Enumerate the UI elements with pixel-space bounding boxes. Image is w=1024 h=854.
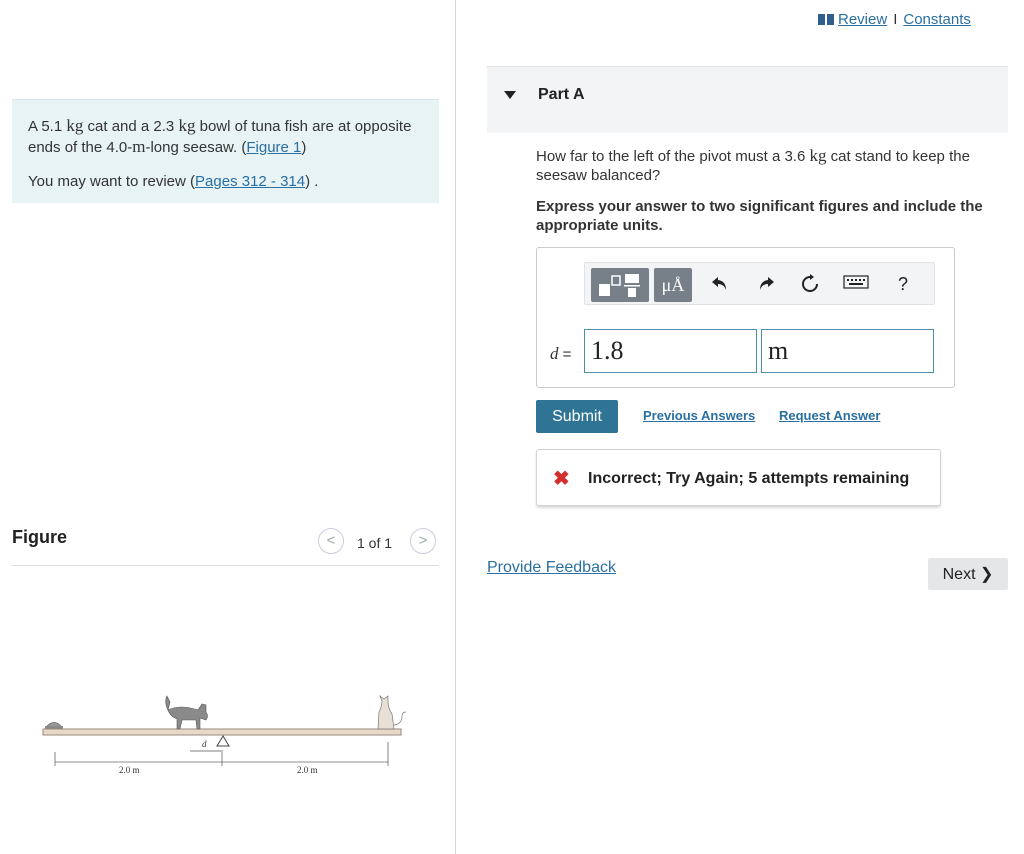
answer-variable-label: d = xyxy=(550,344,572,363)
d-dimension-label: d xyxy=(202,739,207,749)
templates-icon xyxy=(599,274,640,297)
figure-next-button[interactable]: > xyxy=(410,528,436,554)
caret-down-icon[interactable] xyxy=(504,91,516,99)
left-distance-label: 2.0 m xyxy=(119,765,140,775)
error-x-icon: ✖ xyxy=(553,468,570,490)
reset-icon[interactable] xyxy=(798,273,822,295)
part-a-header[interactable]: Part A xyxy=(487,66,1008,133)
link-separator: I xyxy=(893,11,898,28)
problem-text: A 5.1 kg cat and a 2.3 kg bowl of tuna f… xyxy=(28,116,412,156)
unit-kg: kg xyxy=(809,146,827,165)
unit-m: m xyxy=(132,137,146,156)
figure-divider xyxy=(12,565,439,566)
request-answer-link[interactable]: Request Answer xyxy=(779,408,880,423)
cat-walking-illustration xyxy=(165,695,208,730)
previous-answers-link[interactable]: Previous Answers xyxy=(643,408,755,423)
figure-link[interactable]: Figure 1 xyxy=(246,139,301,156)
tuna-bowl-illustration xyxy=(45,722,63,729)
book-icon xyxy=(818,14,834,25)
templates-button[interactable] xyxy=(591,268,649,302)
feedback-text: Incorrect; Try Again; 5 attempts remaini… xyxy=(588,470,910,487)
answer-box: μÅ ? d = 1.8 m xyxy=(536,247,955,388)
feedback-message: ✖ Incorrect; Try Again; 5 attempts remai… xyxy=(536,449,941,506)
seesaw-figure: d 2.0 m 2.0 m xyxy=(42,694,407,775)
review-text: You may want to review (Pages 312 - 314)… xyxy=(28,173,319,190)
answer-unit-input[interactable]: m xyxy=(761,329,934,373)
constants-link[interactable]: Constants xyxy=(903,11,971,28)
math-toolbar: μÅ ? xyxy=(584,262,935,305)
pivot-triangle xyxy=(216,735,230,747)
submit-button[interactable]: Submit xyxy=(536,400,618,433)
undo-icon[interactable] xyxy=(708,273,732,295)
problem-statement: A 5.1 kg cat and a 2.3 kg bowl of tuna f… xyxy=(12,99,439,203)
keyboard-icon[interactable] xyxy=(842,273,870,295)
pane-divider[interactable] xyxy=(455,0,456,518)
unit-kg: kg xyxy=(178,116,196,135)
top-links: Review I Constants xyxy=(818,11,971,28)
figure-title: Figure xyxy=(12,527,68,547)
cat-sitting-illustration xyxy=(377,694,407,730)
answer-instructions: Express your answer to two significant f… xyxy=(536,198,983,234)
redo-icon[interactable] xyxy=(754,273,778,295)
right-distance-label: 2.0 m xyxy=(297,765,318,775)
pages-link[interactable]: Pages 312 - 314 xyxy=(195,173,305,190)
pane-divider-lower xyxy=(455,518,456,854)
answer-value-input[interactable]: 1.8 xyxy=(584,329,757,373)
unit-kg: kg xyxy=(66,116,84,135)
figure-page-count: 1 of 1 xyxy=(357,535,393,551)
units-button[interactable]: μÅ xyxy=(654,268,692,302)
provide-feedback-link[interactable]: Provide Feedback xyxy=(487,559,616,577)
seesaw-plank xyxy=(42,728,402,736)
next-button[interactable]: Next ❯ xyxy=(928,558,1008,590)
help-icon[interactable]: ? xyxy=(891,273,915,295)
review-link[interactable]: Review xyxy=(838,11,887,28)
figure-prev-button[interactable]: < xyxy=(318,528,344,554)
question-text: How far to the left of the pivot must a … xyxy=(536,146,970,184)
part-title: Part A xyxy=(538,86,585,103)
